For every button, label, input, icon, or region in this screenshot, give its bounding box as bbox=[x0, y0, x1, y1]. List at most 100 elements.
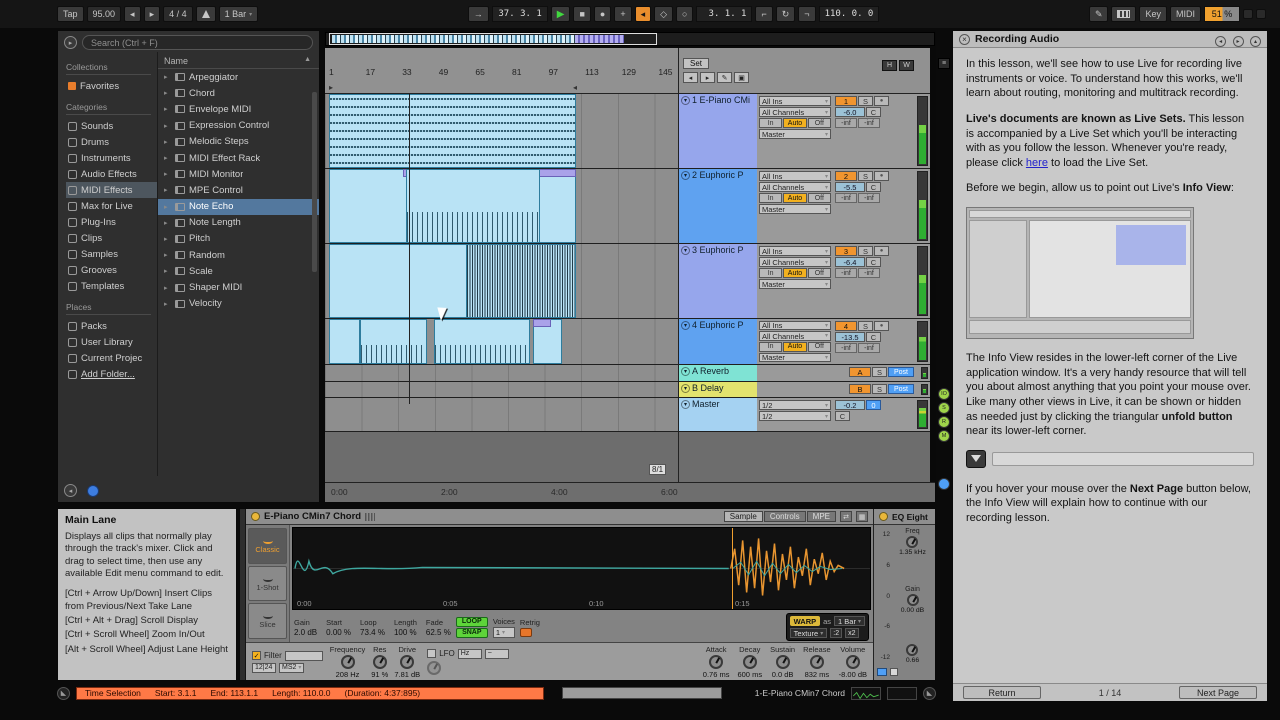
sidebar-category-item[interactable]: Instruments bbox=[66, 150, 157, 166]
retrig-toggle[interactable] bbox=[519, 627, 532, 637]
waveform-display[interactable]: 0:00 0:05 0:10 0:15 bbox=[292, 527, 871, 610]
master-pan-field[interactable]: C bbox=[835, 411, 850, 421]
browser-device-row[interactable]: ▸ Scale bbox=[158, 263, 319, 279]
arrangement-clip[interactable] bbox=[466, 244, 576, 318]
track-activator[interactable]: 2 bbox=[835, 171, 857, 181]
tempo-display[interactable]: 95.00 bbox=[86, 6, 122, 22]
browser-device-row[interactable]: ▸ Velocity bbox=[158, 296, 319, 312]
envelope-knob[interactable]: Decay 600 ms bbox=[737, 645, 762, 679]
sidebar-category-item[interactable]: Audio Effects bbox=[66, 166, 157, 182]
expand-caret-icon[interactable]: ▸ bbox=[164, 154, 171, 162]
arrangement-position-display[interactable]: 37. 3. 1 bbox=[491, 6, 548, 22]
browser-device-row[interactable]: ▸ Random bbox=[158, 247, 319, 263]
pan-field[interactable]: C bbox=[866, 257, 881, 267]
master-lane[interactable] bbox=[325, 398, 678, 432]
warp-bars-menu[interactable]: 1 Bar ▾ bbox=[834, 616, 865, 626]
input-channel-menu[interactable]: All Channels ▾ bbox=[759, 257, 831, 267]
device-view-unfold-button[interactable]: ◣ bbox=[923, 686, 936, 700]
lfo-rate-unit[interactable]: Hz bbox=[457, 648, 482, 659]
expand-caret-icon[interactable]: ▸ bbox=[164, 170, 171, 178]
track-fold-button[interactable]: ▾ bbox=[681, 96, 690, 105]
lesson-home-icon[interactable]: ▴ bbox=[1250, 36, 1261, 47]
computer-midi-keyboard-button[interactable] bbox=[1111, 6, 1137, 22]
track-fold-button[interactable]: ▾ bbox=[681, 171, 690, 180]
track-lane-2[interactable] bbox=[325, 169, 678, 244]
post-button[interactable]: Post bbox=[888, 384, 914, 394]
time-ruler[interactable]: 0:00 2:00 4:00 6:00 bbox=[325, 482, 935, 502]
next-locator-button[interactable]: ▸ bbox=[700, 72, 715, 83]
sidebar-category-item[interactable]: Max for Live bbox=[66, 198, 157, 214]
cue-out-menu[interactable]: 1/2 ▾ bbox=[759, 411, 831, 421]
expand-caret-icon[interactable]: ▸ bbox=[164, 267, 171, 275]
sidebar-category-item[interactable]: Clips bbox=[66, 230, 157, 246]
search-input[interactable] bbox=[82, 35, 313, 50]
input-type-menu[interactable]: All Ins ▾ bbox=[759, 171, 831, 181]
loop-start-display[interactable]: 3. 1. 1 bbox=[696, 6, 753, 22]
sample-param[interactable]: Length 100 % bbox=[394, 618, 417, 637]
loop-marker-line[interactable] bbox=[731, 528, 733, 609]
envelope-knob[interactable]: Release 832 ms bbox=[803, 645, 831, 679]
track-name-chip[interactable]: ▾ 2 Euphoric P bbox=[679, 169, 757, 243]
sidebar-place-item[interactable]: Add Folder... bbox=[66, 366, 157, 382]
solo-button[interactable]: S bbox=[858, 246, 873, 256]
envelope-knob[interactable]: Sustain 0.0 dB bbox=[770, 645, 795, 679]
browser-device-row[interactable]: ▸ Note Echo bbox=[158, 198, 319, 215]
clip-detail-thumbnail[interactable] bbox=[887, 686, 917, 700]
expand-caret-icon[interactable]: ▸ bbox=[164, 203, 171, 211]
knob-dial[interactable] bbox=[340, 654, 355, 669]
monitor-auto-button[interactable]: Auto bbox=[783, 341, 807, 352]
return-lane-a[interactable] bbox=[325, 365, 678, 382]
monitor-auto-button[interactable]: Auto bbox=[783, 193, 807, 203]
monitor-auto-button[interactable]: Auto bbox=[783, 118, 807, 128]
return-activator[interactable]: A bbox=[849, 367, 871, 377]
sidebar-category-item[interactable]: Sounds bbox=[66, 118, 157, 134]
track-name-chip[interactable]: ▾ 4 Euphoric P bbox=[679, 319, 757, 364]
track-header[interactable]: ▾ 4 Euphoric P All Ins ▾ All Channels ▾ In… bbox=[679, 319, 930, 365]
loop-toggle[interactable]: LOOP bbox=[455, 616, 488, 627]
solo-button[interactable]: S bbox=[858, 96, 873, 106]
sidebar-place-item[interactable]: Current Projec bbox=[66, 350, 157, 366]
browser-device-row[interactable]: ▸ Expression Control bbox=[158, 118, 319, 134]
return-solo-button[interactable]: S bbox=[872, 384, 887, 394]
monitor-off-button[interactable]: Off bbox=[807, 118, 831, 128]
expand-caret-icon[interactable]: ▸ bbox=[164, 186, 171, 194]
send-b-knob[interactable]: -inf bbox=[858, 118, 880, 128]
track-activator[interactable]: 4 bbox=[835, 321, 857, 331]
rail-extra-toggle[interactable] bbox=[938, 478, 950, 490]
output-menu[interactable]: Master ▾ bbox=[759, 129, 831, 139]
mixer-section-toggle[interactable]: S bbox=[938, 402, 950, 414]
browser-device-row[interactable]: ▸ MPE Control bbox=[158, 182, 319, 198]
play-button[interactable]: ▶ bbox=[550, 6, 571, 22]
loop-length-display[interactable]: 110. 0. 0 bbox=[818, 6, 880, 22]
sample-param[interactable]: Fade 62.5 % bbox=[426, 618, 451, 637]
eq-edit-toggle[interactable] bbox=[877, 668, 887, 676]
input-channel-menu[interactable]: All Channels ▾ bbox=[759, 182, 831, 192]
track-header[interactable]: ▾ 2 Euphoric P All Ins ▾ All Channels ▾ In… bbox=[679, 169, 930, 244]
double-tempo-button[interactable]: x2 bbox=[845, 628, 859, 638]
sidebar-place-item[interactable]: User Library bbox=[66, 334, 157, 350]
arrangement-clip[interactable] bbox=[328, 94, 576, 168]
info-view-unfold-button[interactable]: ◣ bbox=[57, 686, 70, 700]
volume-field[interactable]: -13.5 bbox=[835, 332, 865, 342]
filter-knob[interactable]: Frequency 208 Hz bbox=[330, 645, 365, 679]
monitor-in-button[interactable]: In bbox=[759, 268, 783, 278]
unfold-triangle-button[interactable] bbox=[966, 449, 986, 468]
knob-dial[interactable] bbox=[372, 654, 387, 669]
draw-mode-button[interactable]: ✎ bbox=[1088, 6, 1109, 22]
send-b-knob[interactable]: -inf bbox=[858, 343, 880, 353]
track-lane-1[interactable] bbox=[325, 94, 678, 169]
optimize-height-button[interactable]: H bbox=[882, 60, 897, 71]
input-type-menu[interactable]: All Ins ▾ bbox=[759, 246, 831, 256]
output-menu[interactable]: Master ▾ bbox=[759, 204, 831, 214]
master-out-menu[interactable]: 1/2 ▾ bbox=[759, 400, 831, 410]
device-tab[interactable]: Controls bbox=[763, 511, 806, 522]
track-fold-button[interactable]: ▾ bbox=[681, 367, 690, 376]
expand-caret-icon[interactable]: ▸ bbox=[164, 300, 171, 308]
pan-field[interactable]: C bbox=[866, 182, 881, 192]
loop-end-marker[interactable]: ◂ bbox=[573, 83, 577, 92]
browser-device-row[interactable]: ▸ Note Length bbox=[158, 215, 319, 231]
pan-field[interactable]: C bbox=[866, 332, 881, 342]
clip-waveform-thumbnail[interactable] bbox=[851, 686, 881, 700]
track-fold-button[interactable]: ▾ bbox=[681, 321, 690, 330]
return-name-chip[interactable]: ▾ B Delay bbox=[679, 382, 757, 397]
